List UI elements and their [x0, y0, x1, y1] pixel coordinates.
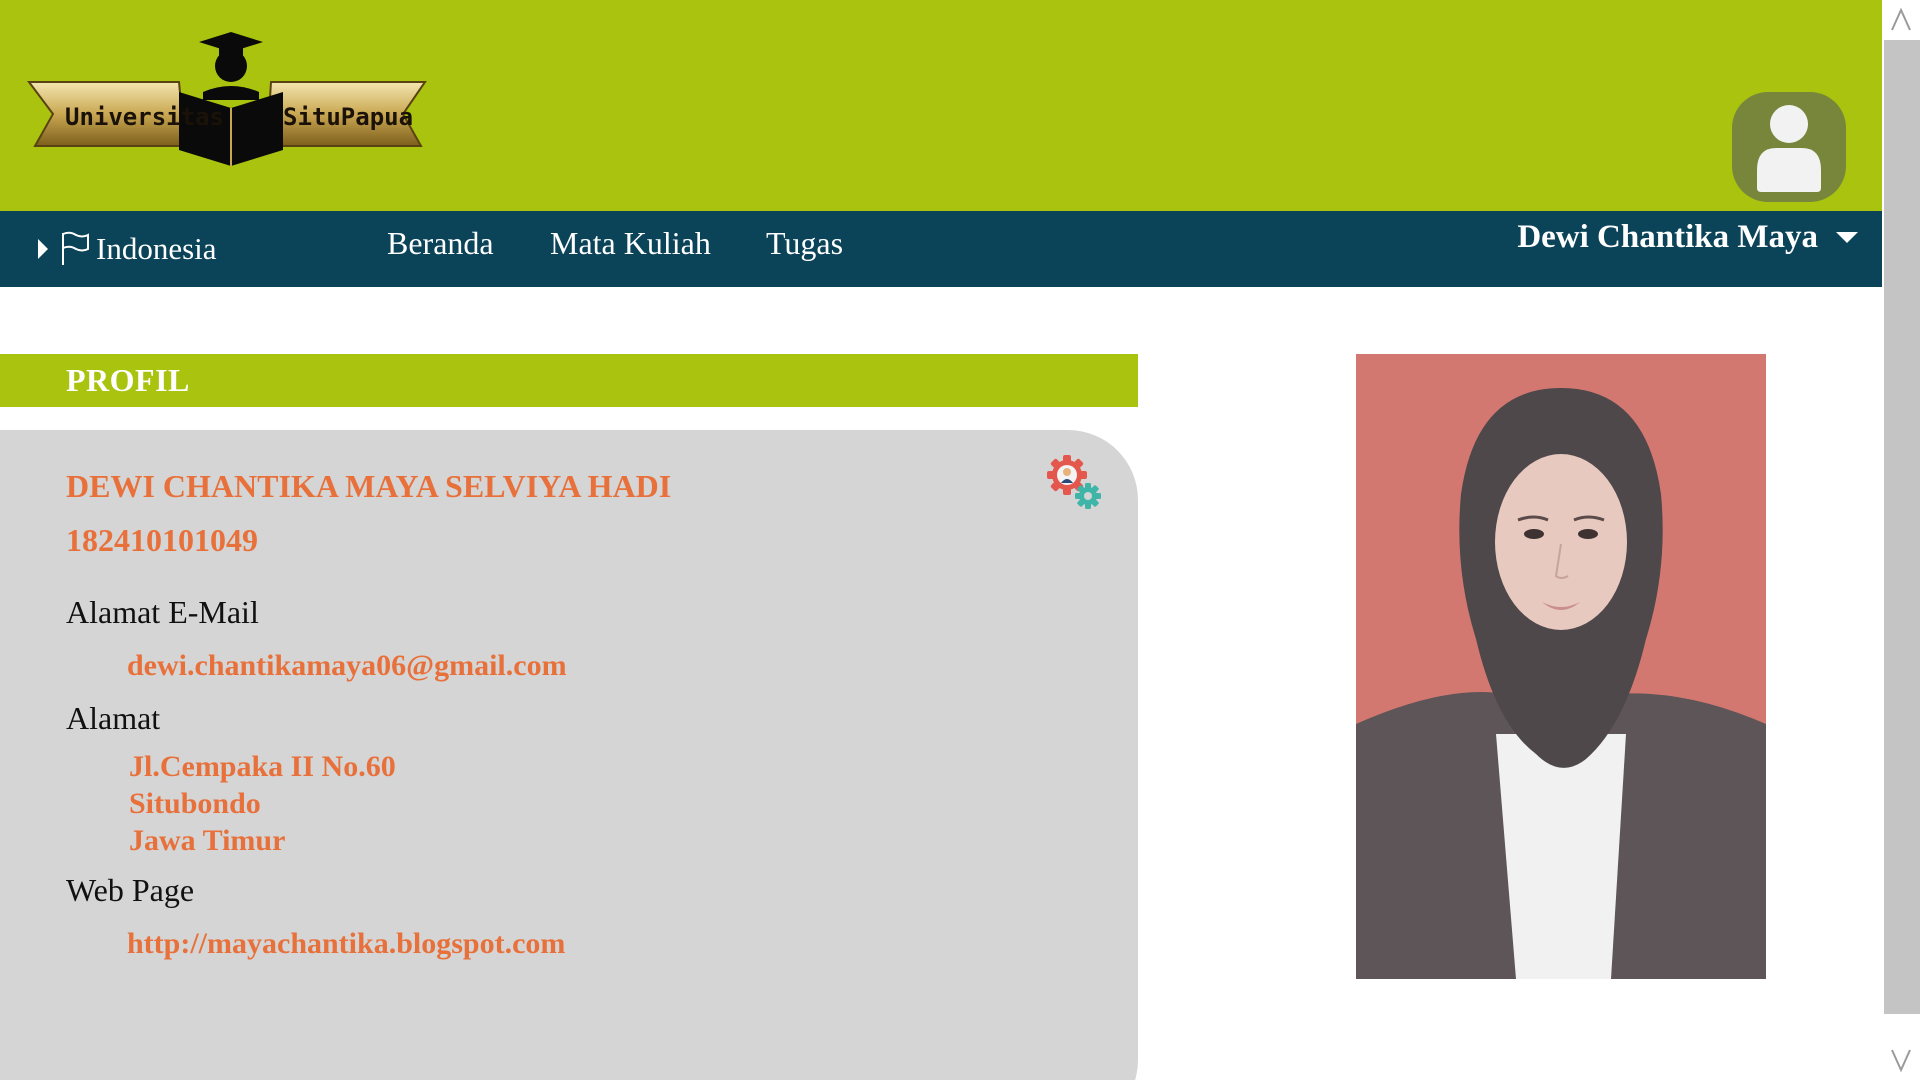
user-settings-gear-icon[interactable] [1044, 452, 1104, 512]
caret-right-icon [38, 239, 48, 259]
flag-icon [62, 231, 89, 265]
web-page-label: Web Page [66, 872, 195, 908]
email-value[interactable]: dewi.chantikamaya06@gmail.com [127, 649, 567, 683]
scrollbar-thumb[interactable] [1884, 40, 1920, 1014]
scroll-down-button[interactable] [1882, 1040, 1920, 1080]
user-avatar-button[interactable] [1732, 92, 1846, 202]
user-menu[interactable]: Dewi Chantika Maya [1517, 219, 1858, 256]
section-title: PROFIL [66, 362, 190, 398]
logo-word-left: Universitas [65, 103, 224, 131]
email-label: Alamat E-Mail [66, 594, 259, 630]
user-menu-name: Dewi Chantika Maya [1517, 219, 1818, 255]
nav-link-mata-kuliah[interactable]: Mata Kuliah [550, 225, 711, 262]
logo-word-right: SituPapua [283, 103, 413, 131]
language-label: Indonesia [96, 231, 217, 266]
header-banner: Universitas SituPapua [0, 0, 1882, 211]
university-logo[interactable]: Universitas SituPapua [27, 30, 427, 170]
student-full-name: DEWI CHANTIKA MAYA SELVIYA HADI [66, 468, 672, 504]
main-navbar: Indonesia Beranda Mata Kuliah Tugas Dewi… [0, 211, 1882, 287]
address-label: Alamat [66, 700, 161, 736]
chevron-up-icon [1891, 7, 1911, 31]
caret-down-icon [1836, 232, 1858, 243]
user-avatar-icon [1757, 105, 1821, 192]
scroll-up-button[interactable] [1882, 0, 1920, 40]
chevron-down-icon [1891, 1049, 1911, 1073]
address-line-city: Situbondo [129, 787, 261, 820]
nav-link-tugas[interactable]: Tugas [766, 225, 843, 262]
nav-link-beranda[interactable]: Beranda [387, 225, 494, 262]
page: Universitas SituPapua Indonesia Beranda … [0, 0, 1920, 1080]
address-line-province: Jawa Timur [129, 824, 286, 857]
profile-section-header: PROFIL [0, 354, 1138, 407]
web-page-link[interactable]: http://mayachantika.blogspot.com [127, 927, 565, 961]
language-selector[interactable]: Indonesia [38, 229, 217, 269]
address-line-street: Jl.Cempaka II No.60 [129, 750, 396, 783]
profile-photo [1356, 354, 1766, 979]
student-id: 182410101049 [66, 522, 258, 558]
